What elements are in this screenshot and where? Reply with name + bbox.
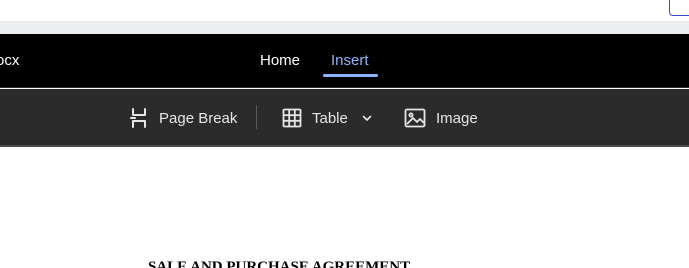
table-label: Table	[312, 109, 348, 127]
browser-top-strip	[0, 0, 689, 22]
document-canvas[interactable]	[0, 149, 689, 268]
insert-toolbar: Page Break Table Image	[0, 89, 689, 147]
table-button[interactable]: Table	[282, 105, 372, 131]
page-break-button[interactable]: Page Break	[129, 105, 237, 131]
image-icon	[404, 108, 426, 128]
document-title: SALE AND PURCHASE AGREEMENT	[148, 259, 411, 268]
file-name: ocx	[0, 52, 20, 69]
active-tab-indicator	[323, 74, 378, 77]
image-label: Image	[436, 109, 478, 127]
toolbar-divider	[256, 105, 257, 129]
image-button[interactable]: Image	[404, 105, 478, 131]
page-break-icon	[129, 107, 149, 129]
table-icon	[282, 108, 302, 128]
browser-separator	[0, 22, 689, 34]
app-header: ocx Home Insert	[0, 34, 689, 88]
tab-home[interactable]: Home	[260, 52, 300, 69]
browser-corner-button[interactable]	[669, 0, 689, 16]
chevron-down-icon[interactable]	[362, 114, 372, 122]
page-break-label: Page Break	[159, 109, 238, 127]
tab-insert[interactable]: Insert	[331, 52, 369, 69]
